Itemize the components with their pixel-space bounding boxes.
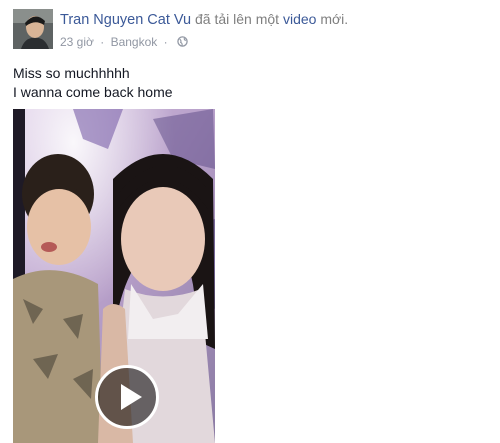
- meta-separator-2: ·: [163, 34, 168, 49]
- globe-icon[interactable]: [177, 36, 188, 48]
- author-avatar[interactable]: [13, 9, 53, 49]
- video-player[interactable]: [13, 109, 215, 443]
- post-text-line-1: Miss so muchhhhh: [13, 65, 130, 81]
- timestamp-link[interactable]: 23 giờ: [60, 35, 94, 49]
- post-text-line-2: I wanna come back home: [13, 84, 173, 100]
- post-meta: 23 giờ · Bangkok ·: [60, 34, 188, 49]
- action-suffix: mới.: [320, 11, 349, 27]
- play-button[interactable]: [95, 365, 159, 429]
- meta-separator: ·: [100, 34, 105, 49]
- post-header: Tran Nguyen Cat Vu đã tải lên một video …: [60, 11, 348, 28]
- video-link[interactable]: video: [283, 11, 316, 27]
- feed-post: Tran Nguyen Cat Vu đã tải lên một video …: [0, 0, 500, 443]
- post-text: Miss so muchhhhh I wanna come back home: [13, 64, 173, 102]
- author-name-link[interactable]: Tran Nguyen Cat Vu: [60, 12, 191, 28]
- action-text: đã tải lên một: [195, 11, 280, 27]
- play-icon: [121, 384, 142, 410]
- location-link[interactable]: Bangkok: [111, 35, 158, 49]
